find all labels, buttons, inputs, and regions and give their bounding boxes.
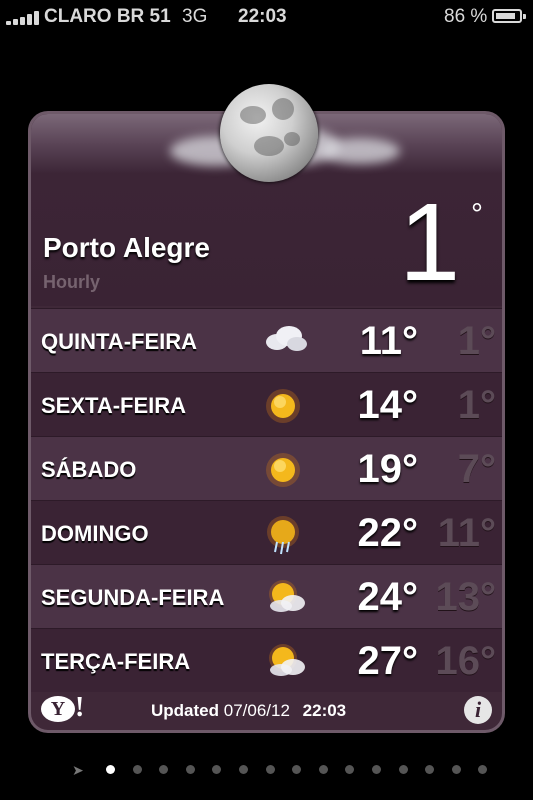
forecast-day: SÁBADO [41,457,137,482]
forecast-low-temp: 13° [435,575,497,619]
sun-icon [263,450,303,488]
page-dot[interactable] [451,765,461,774]
location-arrow-icon: ➤ [72,762,84,778]
forecast-list: QUINTA-FEIRA 11° 1° SEXTA-FEIRA 14° 1° SÁBADO 1… [31,308,502,692]
moon-icon [220,84,318,182]
page-dot[interactable] [345,765,355,774]
forecast-day: TERÇA-FEIRA [41,649,191,674]
weather-card[interactable]: Porto Alegre Hourly 1 ° QUINTA-FEIRA 11° 1… [28,111,505,733]
forecast-low-temp: 11° [437,511,496,555]
forecast-day: DOMINGO [41,521,149,546]
forecast-day: SEGUNDA-FEIRA [41,585,225,610]
page-indicator[interactable]: ➤ [0,760,533,780]
page-dot[interactable] [132,765,142,774]
page-dot[interactable] [318,765,328,774]
forecast-low-temp: 7° [457,447,496,491]
forecast-high-temp: 22° [357,511,419,555]
forecast-row: TERÇA-FEIRA 27° 16° [31,628,502,692]
partly-cloudy-icon [263,642,305,680]
forecast-low-temp: 16° [435,639,497,683]
city-name: Porto Alegre [43,232,210,263]
page-dot[interactable] [265,765,275,774]
status-clock: 22:03 [238,6,287,27]
page-dot[interactable] [425,765,435,774]
yahoo-logo[interactable]: Y [41,696,75,722]
page-dot[interactable] [478,765,488,774]
forecast-high-temp: 14° [357,383,419,427]
forecast-row: SÁBADO 19° 7° [31,436,502,500]
forecast-row: SEXTA-FEIRA 14° 1° [31,372,502,436]
network-type: 3G [182,6,208,27]
forecast-high-temp: 24° [357,575,419,619]
page-dot[interactable] [292,765,302,774]
sun-rain-icon [263,514,303,555]
page-dot[interactable] [185,765,195,774]
hourly-toggle[interactable]: Hourly [43,272,100,293]
forecast-day: SEXTA-FEIRA [41,393,187,418]
page-dot[interactable] [239,765,248,774]
forecast-low-temp: 1° [457,319,496,363]
page-dot[interactable] [212,765,222,774]
updated-time: 22:03 [302,701,347,720]
forecast-row: QUINTA-FEIRA 11° 1° [31,308,502,372]
forecast-high-temp: 19° [357,447,419,491]
carrier-name: CLARO BR 51 [44,6,171,27]
forecast-low-temp: 1° [457,383,496,427]
battery-icon [492,9,526,23]
card-footer: Y ! Updated 07/06/12 22:03 i [31,692,502,730]
updated-status: Updated 07/06/12 22:03 [151,701,346,721]
page-dot[interactable] [398,765,408,774]
current-temperature-degree: ° [471,198,483,231]
page-dot[interactable] [159,765,169,774]
page-dot[interactable] [372,765,381,774]
forecast-row: DOMINGO 22° 11° [31,500,502,564]
forecast-day: QUINTA-FEIRA [41,329,198,354]
updated-label: Updated [151,701,219,720]
updated-date: 07/06/12 [223,701,290,720]
sun-icon [263,386,303,424]
yahoo-logo-bang: ! [75,692,85,723]
forecast-row: SEGUNDA-FEIRA 24° 13° [31,564,502,628]
partly-cloudy-icon [263,578,305,616]
forecast-high-temp: 11° [359,319,418,363]
page-dot[interactable] [106,765,115,774]
current-temperature: 1 [399,181,461,304]
signal-strength-icon [6,11,40,25]
info-button[interactable]: i [464,696,492,724]
cloud-icon [263,322,307,360]
status-bar: CLARO BR 51 3G 22:03 86 % [0,0,533,36]
forecast-high-temp: 27° [357,639,419,683]
battery-percent: 86 % [444,6,488,27]
